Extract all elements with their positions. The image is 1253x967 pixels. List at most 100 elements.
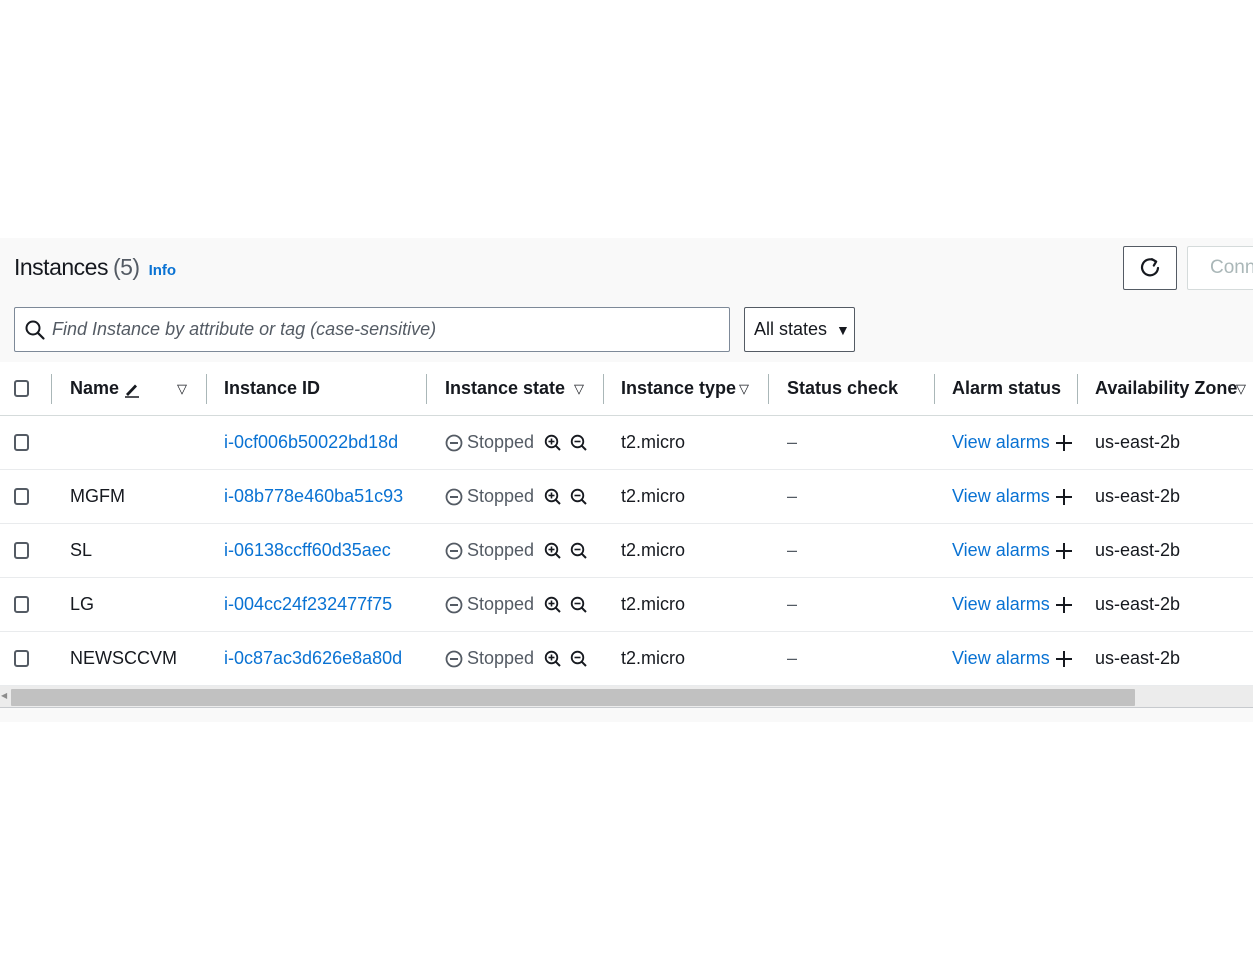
alarm-status-cell: View alarms: [952, 632, 1073, 685]
stopped-icon: [445, 650, 463, 667]
alarm-status-cell: View alarms: [952, 416, 1073, 469]
column-header-status-check[interactable]: Status check: [787, 362, 898, 415]
table-row[interactable]: MGFM i-08b778e460ba51c93 Stopped t2.micr…: [0, 470, 1253, 524]
add-alarm-plus-icon[interactable]: [1055, 650, 1073, 668]
view-alarms-link[interactable]: View alarms: [952, 432, 1050, 453]
instance-name: LG: [70, 594, 95, 614]
instance-state-label: Stopped: [467, 486, 535, 506]
search-box[interactable]: [14, 307, 730, 352]
table-row[interactable]: SL i-06138ccff60d35aec Stopped t2.micro …: [0, 524, 1253, 578]
table-header-row: Name ▽ Instance ID Instance state ▽ Inst…: [0, 362, 1253, 416]
instance-id-link[interactable]: i-0cf006b50022bd18d: [224, 416, 398, 469]
zoom-out-icon[interactable]: [570, 650, 588, 668]
status-check: –: [787, 486, 798, 506]
row-checkbox[interactable]: [14, 434, 29, 451]
add-alarm-plus-icon[interactable]: [1055, 596, 1073, 614]
status-check: –: [787, 594, 798, 614]
instance-state-cell: Stopped: [445, 470, 588, 523]
zoom-in-icon[interactable]: [544, 434, 562, 452]
instance-type: t2.micro: [621, 594, 686, 614]
availability-zone: us-east-2b: [1095, 648, 1181, 668]
column-header-alarm-status[interactable]: Alarm status: [952, 362, 1061, 415]
instance-id-link[interactable]: i-0c87ac3d626e8a80d: [224, 632, 402, 685]
row-select-cell: [14, 632, 29, 685]
availability-zone: us-east-2b: [1095, 594, 1181, 614]
search-input[interactable]: [52, 309, 692, 350]
column-divider: [426, 374, 427, 404]
row-checkbox[interactable]: [14, 542, 29, 559]
instance-state-cell: Stopped: [445, 416, 588, 469]
refresh-button[interactable]: [1123, 246, 1177, 290]
view-alarms-link[interactable]: View alarms: [952, 594, 1050, 615]
column-header-instance-type[interactable]: Instance type: [621, 362, 736, 415]
availability-zone: us-east-2b: [1095, 432, 1181, 452]
select-all-cell: [14, 362, 29, 415]
zoom-out-icon[interactable]: [570, 434, 588, 452]
zoom-in-icon[interactable]: [544, 542, 562, 560]
row-select-cell: [14, 524, 29, 577]
instance-state-filter-select[interactable]: All states ▼: [744, 307, 855, 352]
instance-state-label: Stopped: [467, 594, 535, 614]
alarm-status-cell: View alarms: [952, 578, 1073, 631]
add-alarm-plus-icon[interactable]: [1055, 488, 1073, 506]
column-filter-availability-zone[interactable]: ▽: [1236, 362, 1246, 415]
instance-state-cell: Stopped: [445, 632, 588, 685]
row-checkbox[interactable]: [14, 650, 29, 667]
instance-id-link[interactable]: i-004cc24f232477f75: [224, 578, 392, 631]
zoom-out-icon[interactable]: [570, 596, 588, 614]
column-divider: [768, 374, 769, 404]
alarm-status-cell: View alarms: [952, 524, 1073, 577]
column-filter-name[interactable]: ▽: [177, 362, 187, 415]
availability-zone: us-east-2b: [1095, 540, 1181, 560]
zoom-out-icon[interactable]: [570, 488, 588, 506]
connect-button[interactable]: Connect: [1187, 246, 1253, 290]
view-alarms-link[interactable]: View alarms: [952, 540, 1050, 561]
status-check: –: [787, 432, 798, 452]
add-alarm-plus-icon[interactable]: [1055, 434, 1073, 452]
instance-type: t2.micro: [621, 432, 686, 452]
add-alarm-plus-icon[interactable]: [1055, 542, 1073, 560]
table-row[interactable]: NEWSCCVM i-0c87ac3d626e8a80d Stopped t2.…: [0, 632, 1253, 686]
filter-triangle-icon: ▽: [1236, 380, 1246, 396]
scroll-left-arrow-icon[interactable]: ◀: [1, 691, 7, 700]
instance-id-link[interactable]: i-06138ccff60d35aec: [224, 524, 391, 577]
row-checkbox[interactable]: [14, 596, 29, 613]
column-header-instance-id[interactable]: Instance ID: [224, 362, 320, 415]
zoom-in-icon[interactable]: [544, 650, 562, 668]
status-check: –: [787, 540, 798, 560]
view-alarms-link[interactable]: View alarms: [952, 648, 1050, 669]
instances-panel: Instances (5) Info Connect All states ▼ …: [0, 238, 1253, 722]
stopped-icon: [445, 488, 463, 505]
column-header-availability-zone[interactable]: Availability Zone: [1095, 362, 1237, 415]
info-link[interactable]: Info: [149, 262, 177, 279]
instance-state-label: Stopped: [467, 540, 535, 560]
row-select-cell: [14, 470, 29, 523]
select-all-checkbox[interactable]: [14, 380, 29, 397]
scrollbar-thumb[interactable]: [11, 689, 1135, 706]
table-row[interactable]: LG i-004cc24f232477f75 Stopped t2.micro …: [0, 578, 1253, 632]
column-divider: [1077, 374, 1078, 404]
instance-type: t2.micro: [621, 540, 686, 560]
instance-state-cell: Stopped: [445, 524, 588, 577]
zoom-out-icon[interactable]: [570, 542, 588, 560]
column-filter-instance-state[interactable]: ▽: [574, 362, 584, 415]
zoom-in-icon[interactable]: [544, 488, 562, 506]
column-header-name[interactable]: Name: [70, 362, 141, 415]
view-alarms-link[interactable]: View alarms: [952, 486, 1050, 507]
horizontal-scrollbar[interactable]: ◀: [0, 686, 1253, 708]
row-select-cell: [14, 578, 29, 631]
column-header-instance-state[interactable]: Instance state: [445, 362, 565, 415]
table-row[interactable]: i-0cf006b50022bd18d Stopped t2.micro – V…: [0, 416, 1253, 470]
instance-type: t2.micro: [621, 648, 686, 668]
instance-id-link[interactable]: i-08b778e460ba51c93: [224, 470, 403, 523]
status-check: –: [787, 648, 798, 668]
instance-state-label: Stopped: [467, 432, 535, 452]
zoom-in-icon[interactable]: [544, 596, 562, 614]
state-filter-value: All states: [754, 319, 828, 339]
column-header-status-check-label: Status check: [787, 378, 899, 398]
column-divider: [934, 374, 935, 404]
column-filter-instance-type[interactable]: ▽: [739, 362, 749, 415]
refresh-icon: [1140, 258, 1160, 277]
row-checkbox[interactable]: [14, 488, 29, 505]
search-icon: [25, 320, 45, 340]
